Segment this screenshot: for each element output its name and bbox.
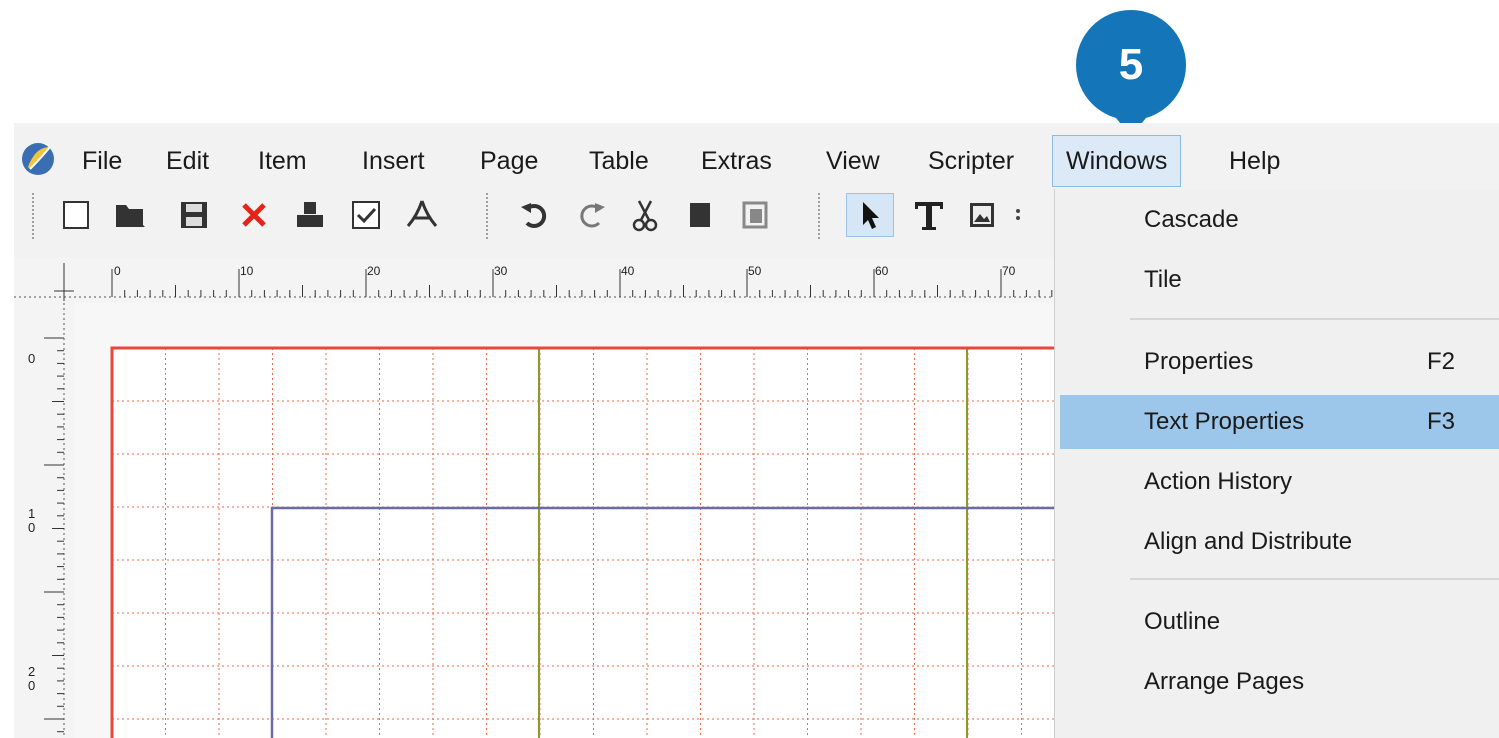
menu-edit[interactable]: Edit — [164, 143, 211, 179]
ruler-label: 50 — [748, 264, 762, 278]
scribus-window: File Edit Item Insert Page Table Extras … — [14, 123, 1499, 738]
menu-page[interactable]: Page — [478, 143, 540, 179]
toolbar-separator — [32, 193, 34, 239]
menu-view[interactable]: View — [824, 143, 882, 179]
menu-option-shortcut: F2 — [1427, 348, 1456, 375]
menu-option-shortcut: F3 — [1427, 408, 1456, 435]
menu-option-properties[interactable]: Properties F2 — [1055, 335, 1499, 389]
menu-table[interactable]: Table — [587, 143, 651, 179]
image-frame-icon[interactable] — [962, 193, 1002, 237]
main-toolbar — [14, 185, 1054, 253]
ruler-label: 2 — [28, 664, 35, 679]
ruler-label: 1 — [28, 506, 35, 521]
menu-windows[interactable]: Windows — [1052, 135, 1182, 187]
menu-option-label: Text Properties — [1144, 408, 1305, 435]
export-pdf-icon[interactable] — [402, 193, 442, 237]
menu-help[interactable]: Help — [1227, 143, 1282, 179]
menu-scripter[interactable]: Scripter — [926, 143, 1016, 179]
ruler-label: 0 — [28, 678, 35, 693]
menu-file[interactable]: File — [80, 143, 124, 179]
menu-option-label: Cascade — [1144, 206, 1239, 233]
menu-option-label: Align and Distribute — [1144, 528, 1353, 555]
ruler-label: 0 — [28, 520, 35, 535]
ruler-label: 10 — [240, 264, 254, 278]
ruler-label: 0 — [28, 351, 35, 366]
ruler-label: 20 — [367, 264, 381, 278]
menu-option-action-history[interactable]: Action History — [1055, 455, 1499, 509]
select-arrow-icon[interactable] — [846, 193, 894, 237]
menu-option-label: Action History — [1144, 468, 1293, 495]
menu-separator — [1130, 578, 1499, 580]
toolbar-separator — [818, 193, 820, 239]
menu-item[interactable]: Item — [256, 143, 309, 179]
ruler-label: 30 — [494, 264, 508, 278]
text-frame-icon[interactable] — [907, 193, 951, 237]
ruler-label: 40 — [621, 264, 635, 278]
toolbar-separator — [486, 193, 488, 239]
menu-bar: File Edit Item Insert Page Table Extras … — [14, 123, 1499, 193]
new-document-icon[interactable] — [56, 193, 96, 237]
open-folder-icon[interactable] — [112, 193, 152, 237]
ruler-label: 0 — [114, 264, 121, 278]
menu-option-outline[interactable]: Outline — [1055, 595, 1499, 649]
document-canvas[interactable] — [74, 303, 1054, 738]
menu-option-align-distribute[interactable]: Align and Distribute — [1055, 515, 1499, 569]
step-callout-badge: 5 — [1076, 10, 1186, 120]
redo-icon[interactable] — [571, 193, 611, 237]
undo-icon[interactable] — [515, 193, 555, 237]
save-icon[interactable] — [174, 193, 214, 237]
menu-option-tile[interactable]: Tile — [1055, 253, 1499, 307]
ruler-label: 70 — [1002, 264, 1016, 278]
copy-icon[interactable] — [679, 193, 719, 237]
menu-option-text-properties[interactable]: Text Properties F3 — [1060, 395, 1499, 449]
cut-icon[interactable] — [625, 193, 665, 237]
windows-menu-dropdown: Cascade Tile Properties F2 Text Properti… — [1054, 189, 1499, 738]
menu-option-label: Tile — [1144, 266, 1182, 293]
close-document-icon[interactable] — [234, 193, 274, 237]
horizontal-ruler[interactable]: 0 10 20 30 40 50 60 70 — [14, 257, 1054, 303]
menu-option-label: Properties — [1144, 348, 1254, 375]
app-logo-icon — [22, 143, 54, 175]
ruler-ticks — [44, 337, 64, 733]
print-icon[interactable] — [290, 193, 330, 237]
menu-option-label: Arrange Pages — [1144, 668, 1305, 695]
menu-option-label: Outline — [1144, 608, 1221, 635]
menu-insert[interactable]: Insert — [360, 143, 427, 179]
more-tools-icon[interactable] — [1008, 193, 1028, 237]
vertical-ruler[interactable]: 0 1 0 2 0 — [14, 303, 74, 738]
menu-option-arrange-pages[interactable]: Arrange Pages — [1055, 655, 1499, 709]
preflight-check-icon[interactable] — [346, 193, 386, 237]
page-grid — [110, 346, 1054, 738]
paste-icon[interactable] — [735, 193, 775, 237]
menu-separator — [1130, 318, 1499, 320]
menu-option-cascade[interactable]: Cascade — [1055, 193, 1499, 247]
ruler-label: 60 — [875, 264, 889, 278]
menu-extras[interactable]: Extras — [699, 143, 774, 179]
